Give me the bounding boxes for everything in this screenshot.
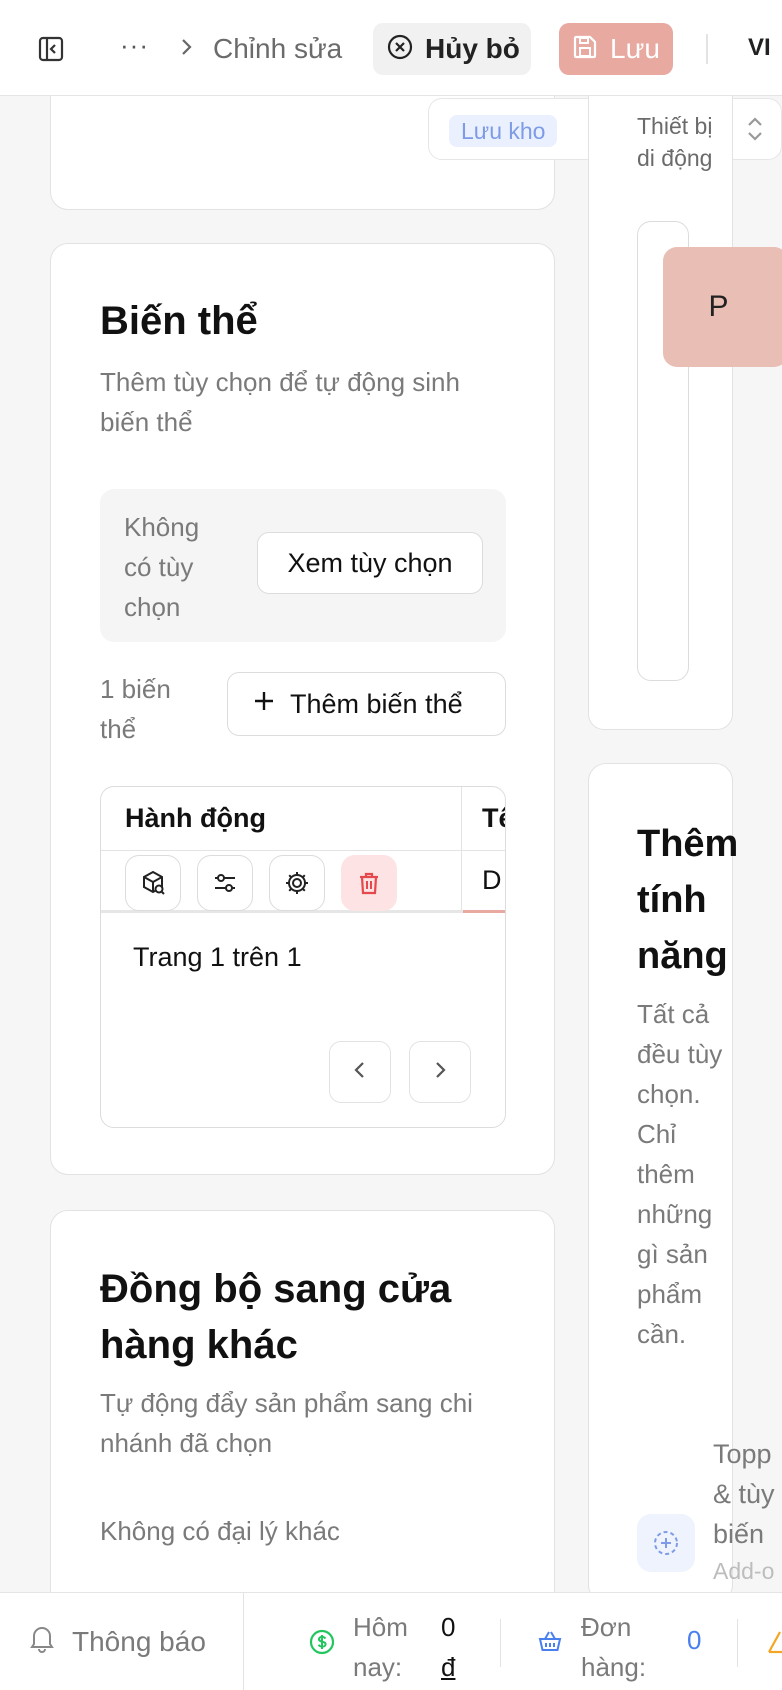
sync-empty-text: Không có đại lý khác (100, 1516, 340, 1546)
notifications-label: Thông báo (72, 1625, 206, 1657)
trash-icon[interactable] (341, 855, 397, 911)
orders-value[interactable]: 0 (687, 1625, 701, 1656)
money-icon (309, 1629, 335, 1660)
notifications-button[interactable]: Thông báo (28, 1623, 206, 1660)
inventory-chip: Lưu kho (449, 115, 558, 147)
bottom-status-bar: Thông báo Hôm nay: 0 đ Đơn hàng: 0 (0, 1592, 782, 1690)
variants-card: Biến thể Thêm tùy chọn để tự động sinh b… (50, 243, 555, 1175)
addon-title[interactable]: Topp & tùy biến (713, 1434, 782, 1554)
today-label: Hôm nay: (353, 1612, 408, 1682)
column-header-name: Tê (482, 803, 505, 833)
plus-icon (252, 689, 276, 720)
top-bar: ··· Chỉnh sửa Hủy bỏ Lưu VI (0, 0, 782, 96)
chevron-updown-icon (742, 113, 768, 145)
sync-description: Tự động đẩy sản phẩm sang chi nhánh đã c… (100, 1388, 473, 1458)
gear-icon[interactable] (269, 855, 325, 911)
sync-stores-card: Đồng bộ sang cửa hàng khác Tự động đẩy s… (50, 1210, 555, 1610)
today-amount: 0 (441, 1612, 456, 1642)
basket-icon (537, 1629, 563, 1660)
footer-divider (500, 1619, 501, 1667)
inventory-box-icon[interactable] (125, 855, 181, 911)
chevron-left-icon (352, 1059, 368, 1086)
pagination-text: Trang 1 trên 1 (133, 942, 302, 972)
chevron-right-icon (432, 1059, 448, 1086)
header-divider (706, 34, 708, 64)
breadcrumb-more-button[interactable]: ··· (120, 30, 149, 61)
view-options-button[interactable]: Xem tùy chọn (257, 532, 483, 594)
features-title: Thêm tính năng (637, 823, 739, 977)
cell-indicator (463, 910, 505, 913)
variants-title: Biến thể (100, 299, 258, 343)
device-label: Thiết bị di động (637, 113, 713, 171)
footer-divider (243, 1593, 244, 1690)
variants-description: Thêm tùy chọn để tự động sinh biến thể (100, 367, 460, 437)
cancel-button[interactable]: Hủy bỏ (373, 23, 531, 75)
breadcrumb-chevron-icon (180, 35, 194, 59)
variant-count: 1 biến thể (100, 674, 171, 744)
orders-label: Đơn hàng: (581, 1612, 647, 1682)
warning-icon[interactable] (768, 1629, 782, 1660)
table-header: Hành động Tê (101, 787, 505, 851)
table-row: D (101, 851, 505, 913)
close-circle-icon (387, 34, 413, 65)
device-preview-card: Thiết bị di động (588, 90, 733, 730)
prev-page-button[interactable] (329, 1041, 391, 1103)
floppy-disk-icon (572, 34, 598, 65)
addon-subtitle: Add-o (713, 1558, 775, 1584)
add-variant-label: Thêm biến thể (290, 688, 463, 719)
footer-divider (737, 1619, 738, 1667)
preview-tile[interactable]: P (663, 247, 782, 367)
save-button-label: Lưu (610, 33, 660, 64)
add-circle-icon[interactable] (637, 1514, 695, 1572)
options-panel: Không có tùy chọn Xem tùy chọn (100, 489, 506, 642)
sidebar-toggle-icon[interactable] (38, 36, 64, 62)
language-switcher[interactable]: VI (748, 34, 771, 62)
today-value: 0 đ (441, 1607, 471, 1687)
sync-title: Đồng bộ sang cửa hàng khác (100, 1267, 452, 1367)
column-header-actions: Hành động (125, 803, 266, 833)
features-description: Tất cả đều tùy chọn. Chỉ thêm những gì s… (637, 999, 723, 1349)
cancel-button-label: Hủy bỏ (425, 33, 520, 64)
table-cell-name: D (482, 865, 502, 895)
add-variant-button[interactable]: Thêm biến thể (227, 672, 506, 736)
variants-table: Hành động Tê D Trang 1 trên 1 (100, 786, 506, 1128)
bell-icon (28, 1623, 56, 1660)
features-card: Thêm tính năng Tất cả đều tùy chọn. Chỉ … (588, 763, 738, 1603)
save-button[interactable]: Lưu (559, 23, 673, 75)
next-page-button[interactable] (409, 1041, 471, 1103)
options-empty-text: Không có tùy chọn (124, 512, 200, 622)
sliders-icon[interactable] (197, 855, 253, 911)
today-currency: đ (441, 1652, 456, 1682)
breadcrumb-current: Chỉnh sửa (213, 33, 343, 64)
